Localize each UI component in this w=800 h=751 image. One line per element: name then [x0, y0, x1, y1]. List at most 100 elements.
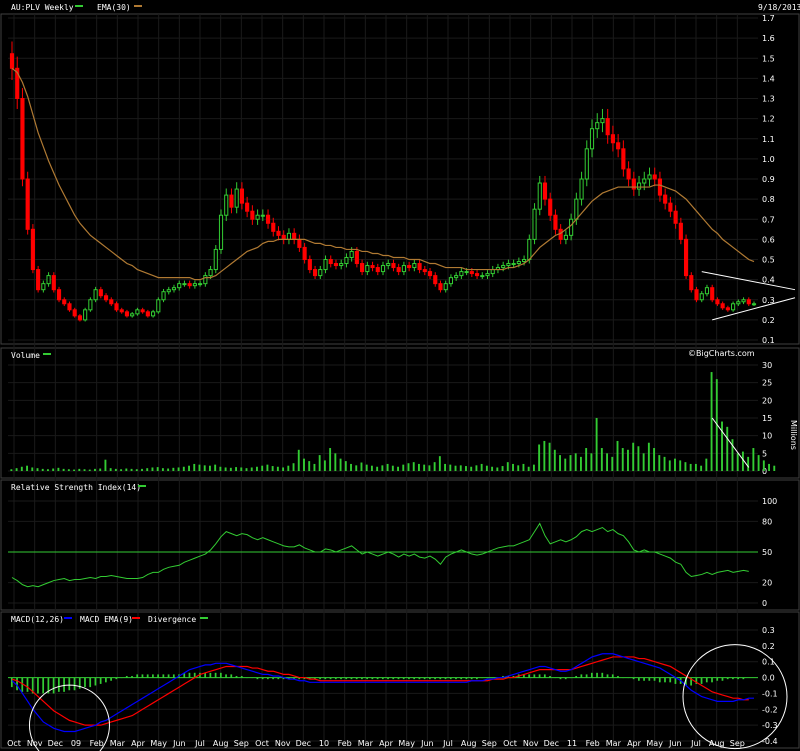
volume-bar [303, 458, 305, 471]
candle-body [171, 287, 177, 291]
divergence-bar [481, 677, 483, 679]
stock-chart: AU:PLV Weekly EMA(30) 9/18/2013 ©BigChar… [0, 0, 800, 751]
y-tick-label: 1.6 [762, 34, 775, 43]
candle-body [417, 263, 422, 271]
y-tick-label: 1.7 [762, 14, 775, 23]
divergence-bar [334, 677, 337, 680]
volume-bar [496, 467, 499, 471]
x-tick-label: Sep [730, 739, 745, 748]
x-tick-label: Mar [606, 739, 622, 748]
volume-bar [62, 468, 65, 471]
divergence-bar [99, 677, 102, 684]
volume-bar [480, 463, 483, 471]
divergence-bar [355, 677, 358, 680]
volume-bar [193, 463, 196, 471]
divergence-bar [611, 674, 614, 678]
volume-bar [527, 466, 530, 471]
divergence-bar [16, 677, 18, 691]
y-tick-label: 0.1 [762, 336, 775, 345]
x-tick-label: Nov [275, 739, 291, 748]
y-tick-label: 30 [762, 361, 772, 370]
volume-bar [188, 465, 190, 471]
divergence-bar [141, 674, 144, 678]
y-tick-label: 80 [762, 517, 772, 526]
volume-bar [564, 458, 567, 471]
candle-body [239, 188, 244, 204]
divergence-bar [408, 677, 410, 680]
candle-body [140, 309, 145, 313]
divergence-bar [162, 674, 165, 678]
divergence-bar [742, 677, 745, 680]
divergence-bar [418, 677, 421, 680]
divergence-bar [643, 677, 645, 681]
candle-body [480, 275, 485, 278]
volume-bar [250, 467, 253, 471]
divergence-bar [84, 677, 86, 688]
x-tick-label: Feb [586, 739, 600, 748]
candle-body [683, 238, 689, 277]
x-tick-label: Jun [420, 739, 434, 748]
divergence-bar [549, 675, 551, 678]
divergence-bar [658, 677, 661, 683]
y-tick-label: 1.3 [762, 95, 775, 104]
divergence-bar [266, 677, 269, 680]
watermark: ©BigCharts.com [688, 349, 755, 358]
divergence-bar [57, 677, 60, 692]
volume-bar [658, 455, 661, 471]
volume-bar [600, 448, 603, 471]
x-tick-label: Jun [668, 739, 682, 748]
candle-body [88, 299, 93, 311]
divergence-bar [366, 677, 369, 680]
candle-body [636, 182, 642, 190]
y-tick-label: -0.1 [762, 689, 778, 698]
volume-bar [57, 467, 60, 471]
y-tick-label: 0.2 [762, 316, 775, 325]
candle-body [751, 303, 757, 306]
candle-body [161, 291, 166, 301]
candle-body [678, 222, 683, 240]
divergence-bar [261, 677, 264, 680]
divergence-bar [711, 677, 713, 683]
symbol-label: AU:PLV Weekly [11, 3, 74, 12]
x-tick-label: May [150, 739, 167, 748]
y-tick-label: 1.2 [762, 115, 775, 124]
volume-bar [172, 467, 175, 471]
volume-bar [418, 463, 420, 471]
volume-bar [256, 466, 258, 471]
ema-label: EMA(30) [97, 3, 131, 12]
x-tick-label: Oct [7, 739, 21, 748]
divergence-bar [361, 677, 363, 680]
x-tick-label: Nov [523, 739, 539, 748]
volume-bar [120, 469, 123, 471]
divergence-bar [167, 674, 170, 678]
candle-body [46, 275, 51, 285]
x-tick-label: Dec [544, 739, 559, 748]
candle-body [51, 275, 56, 291]
volume-bar [438, 456, 441, 471]
candle-body [56, 289, 62, 301]
divergence-bar [632, 677, 635, 680]
divergence-bar [444, 677, 447, 680]
divergence-bar [188, 672, 191, 678]
volume-bar [125, 468, 128, 471]
divergence-bar [209, 672, 212, 678]
volume-legend-key [43, 353, 51, 355]
divergence-bar [73, 677, 76, 691]
candle-body [506, 263, 511, 267]
candle-body [187, 283, 192, 287]
y-tick-label: 20 [762, 579, 772, 588]
y-tick-label: 1.1 [762, 135, 775, 144]
divergence-bar [376, 677, 379, 680]
candle-body [9, 53, 15, 69]
y-tick-label: 0.3 [762, 626, 775, 635]
volume-bar [512, 463, 514, 471]
volume-bar [433, 462, 436, 471]
candle-body [203, 275, 208, 285]
volume-bar [559, 455, 561, 471]
divergence-bar [146, 674, 149, 678]
divergence-bar [538, 674, 541, 678]
volume-bar [470, 466, 473, 471]
volume-bar [297, 449, 300, 471]
candle-body [652, 174, 657, 180]
volume-bar [611, 456, 614, 471]
